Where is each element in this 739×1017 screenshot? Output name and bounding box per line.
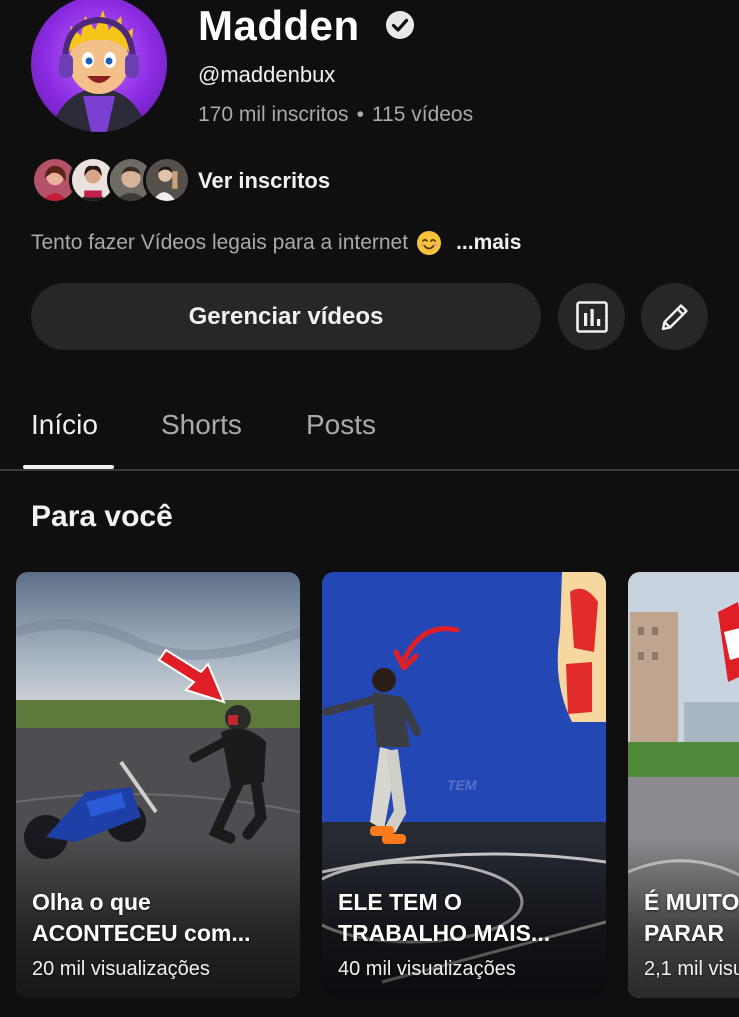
short-views: 20 mil visualizações	[32, 958, 210, 980]
channel-name: Madden	[198, 2, 360, 49]
subscriber-avatar	[143, 156, 191, 204]
short-title: Olha o que ACONTECEU com...	[32, 889, 251, 946]
short-card[interactable]: TEM ELE TEM O TRABALHO MAIS... 40 mil vi…	[322, 572, 606, 998]
short-title: ELE TEM O TRABALHO MAIS...	[338, 889, 551, 946]
short-views: 2,1 mil visualizações	[644, 958, 739, 980]
see-subscribers-link[interactable]: Ver inscritos	[198, 168, 330, 194]
channel-tabs: Início Shorts Posts	[0, 395, 739, 471]
short-views: 40 mil visualizações	[338, 958, 516, 980]
smiling-face-emoji-icon	[417, 231, 442, 255]
channel-handle: @maddenbux	[198, 62, 336, 87]
channel-stats: 170 mil inscritos • 115 vídeos	[198, 103, 473, 127]
channel-description[interactable]: Tento fazer Vídeos legais para a interne…	[31, 230, 521, 256]
subscriber-count: 170 mil inscritos	[198, 103, 349, 126]
short-title: É MUITO PARAR	[644, 889, 739, 946]
section-title: Para você	[31, 500, 173, 533]
tab-posts[interactable]: Posts	[306, 409, 376, 441]
subscriber-avatars[interactable]	[31, 156, 191, 204]
channel-avatar[interactable]	[31, 0, 167, 132]
short-card[interactable]: É MUITO PARAR 2,1 mil visualizações	[628, 572, 739, 998]
more-link[interactable]: ...mais	[456, 231, 521, 255]
pencil-icon	[661, 303, 688, 330]
tab-inicio[interactable]: Início	[31, 409, 98, 441]
stats-separator: •	[356, 103, 364, 126]
bar-chart-icon	[575, 300, 608, 333]
short-card[interactable]: Olha o que ACONTECEU com... 20 mil visua…	[16, 572, 300, 998]
verified-badge-icon	[386, 11, 414, 39]
analytics-button[interactable]	[558, 283, 625, 350]
active-tab-indicator	[23, 465, 114, 469]
description-text: Tento fazer Vídeos legais para a interne…	[31, 231, 409, 254]
tab-shorts[interactable]: Shorts	[161, 409, 242, 441]
edit-channel-button[interactable]	[641, 283, 708, 350]
cartoon-avatar-image	[51, 10, 147, 132]
video-count: 115 vídeos	[371, 103, 474, 126]
svg-text:TEM: TEM	[447, 777, 477, 793]
manage-videos-button[interactable]: Gerenciar vídeos	[31, 283, 541, 350]
